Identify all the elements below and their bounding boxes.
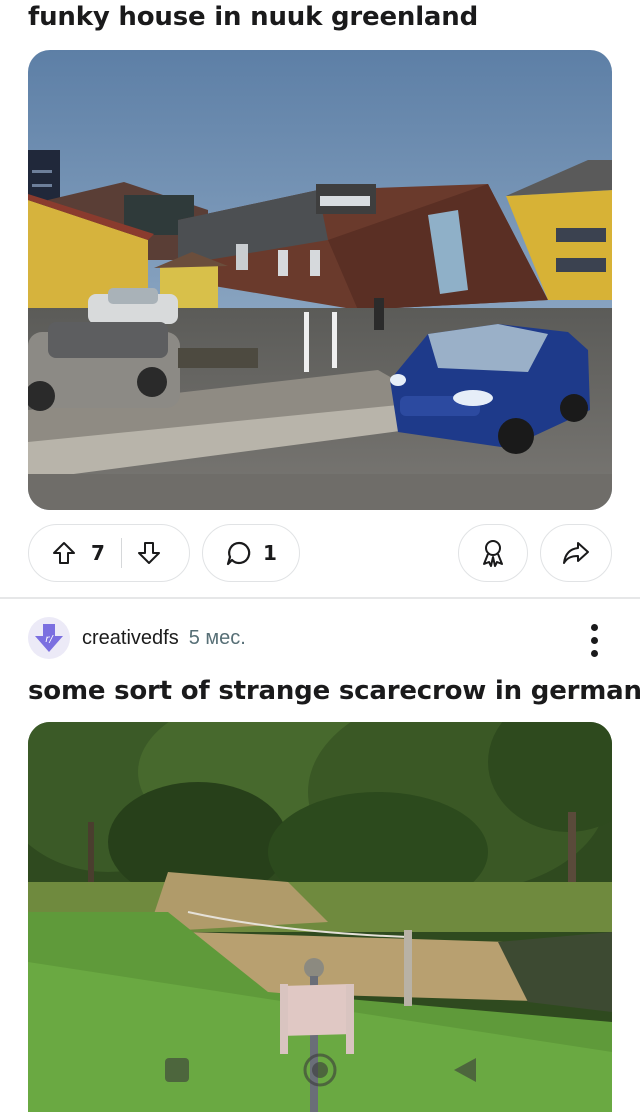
post-title[interactable]: funky house in nuuk greenland [28, 2, 478, 32]
back-icon[interactable] [450, 1052, 480, 1088]
comment-bubble-icon [225, 539, 253, 567]
upvote-count: 7 [91, 541, 105, 565]
post-image-house[interactable] [28, 50, 612, 510]
downvote-arrow-icon[interactable] [136, 540, 162, 566]
award-icon [479, 538, 507, 568]
award-button[interactable] [458, 524, 528, 582]
street-view-house-photo [28, 50, 612, 510]
share-arrow-icon [561, 540, 591, 566]
more-options-icon[interactable] [580, 620, 608, 660]
share-button[interactable] [540, 524, 612, 582]
reddit-avatar-icon[interactable]: r/ [28, 617, 70, 659]
home-icon[interactable] [300, 1052, 340, 1088]
comments-button[interactable]: 1 [202, 524, 300, 582]
post-separator [0, 597, 640, 599]
vote-control: 7 [28, 524, 190, 582]
recent-apps-icon[interactable] [162, 1052, 192, 1088]
post-author-row: r/ creativedfs 5 мес. [28, 616, 246, 660]
post-age: 5 мес. [188, 626, 246, 649]
comment-count: 1 [263, 541, 277, 565]
vote-divider [120, 538, 122, 568]
post-title[interactable]: some sort of strange scarecrow in german… [28, 676, 640, 706]
upvote-arrow-icon[interactable] [51, 540, 77, 566]
author-username[interactable]: creativedfs [82, 627, 179, 650]
